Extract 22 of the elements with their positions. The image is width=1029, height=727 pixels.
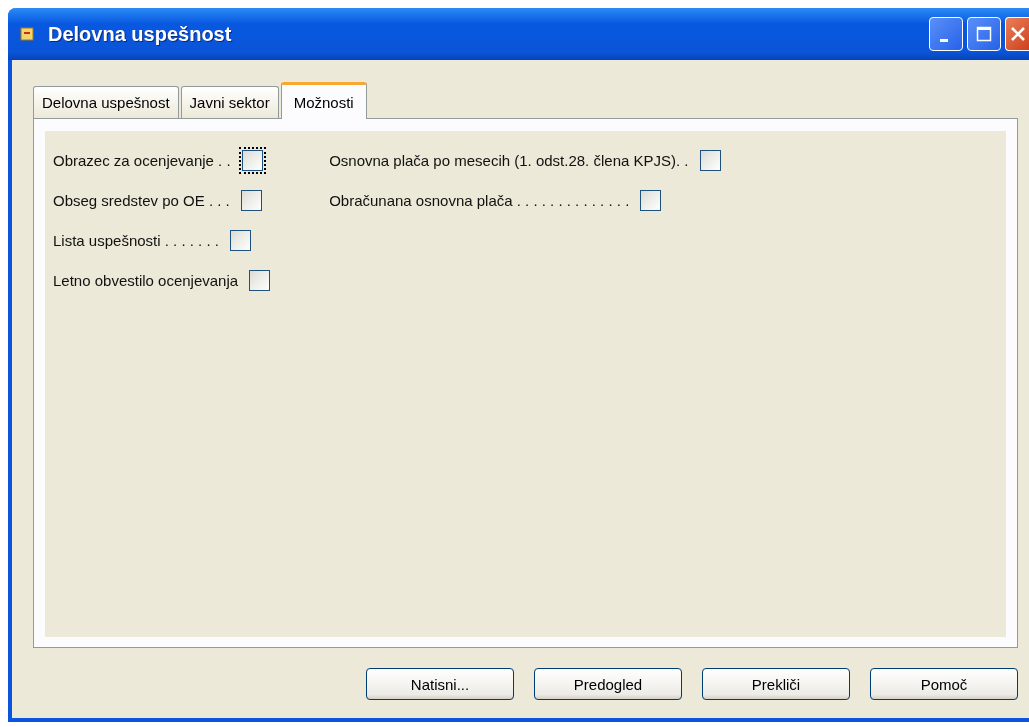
dialog-button[interactable]: Prekliči	[702, 668, 850, 700]
tab[interactable]: Javni sektor	[180, 86, 279, 118]
minimize-icon	[940, 38, 948, 42]
dialog-button[interactable]: Natisni...	[366, 668, 514, 700]
option-label: Lista uspešnosti . . . . . . .	[53, 231, 219, 249]
window-title: Delovna uspešnost	[48, 22, 232, 46]
maximize-icon	[976, 26, 992, 42]
option-label: Osnovna plača po mesecih (1. odst.28. člena KPJS). .	[329, 151, 689, 169]
checkbox[interactable]	[238, 146, 266, 174]
close-button[interactable]	[1005, 17, 1029, 51]
minimize-button[interactable]	[929, 17, 963, 51]
dialog-button[interactable]: Predogled	[534, 668, 682, 700]
tab[interactable]: Delovna uspešnost	[33, 86, 179, 118]
app-icon	[20, 27, 34, 41]
close-icon	[1008, 25, 1027, 43]
option-label: Obračunana osnovna plača . . . . . . . . . . . . . .	[329, 191, 630, 209]
option-label: Obrazec za ocenjevanje . .	[53, 151, 231, 169]
tab[interactable]: Možnosti	[280, 82, 367, 119]
option-label: Letno obvestilo ocenjevanja	[53, 271, 239, 289]
maximize-button[interactable]	[967, 17, 1001, 51]
option-label: Obseg sredstev po OE . . .	[53, 191, 230, 209]
dialog-button[interactable]: Pomoč	[870, 668, 1018, 700]
